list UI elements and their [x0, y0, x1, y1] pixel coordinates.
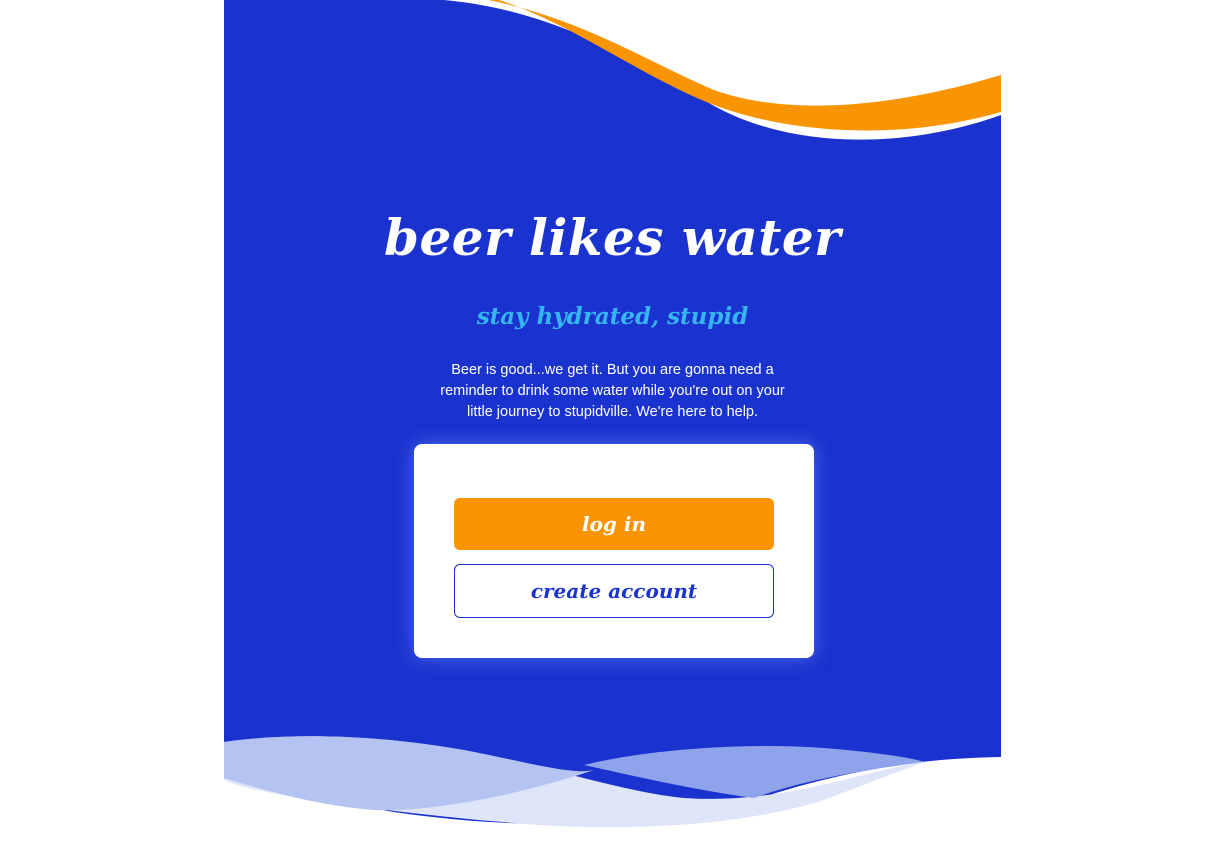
hero-content: beer likes water stay hydrated, stupid B…	[224, 0, 1001, 856]
auth-card: log in create account	[414, 444, 814, 658]
page-canvas: beer likes water stay hydrated, stupid B…	[224, 0, 1001, 856]
intro-text: Beer is good...we get it. But you are go…	[440, 362, 785, 420]
create-account-button[interactable]: create account	[454, 564, 774, 618]
app-title: beer likes water	[383, 208, 842, 267]
login-button[interactable]: log in	[454, 498, 774, 550]
app-tagline: stay hydrated, stupid	[476, 303, 749, 330]
